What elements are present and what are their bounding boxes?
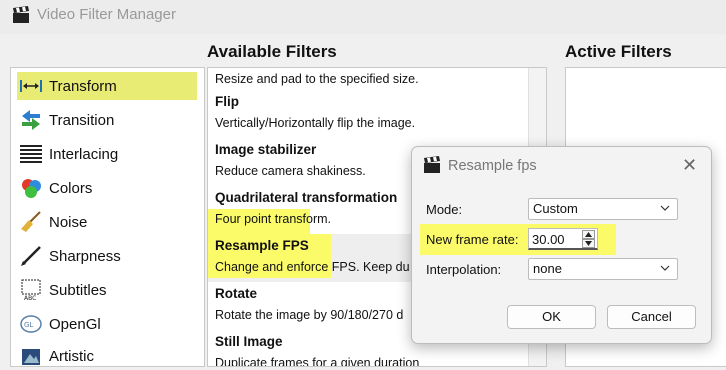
category-label: Subtitles — [49, 281, 107, 299]
close-icon[interactable]: ✕ — [682, 155, 697, 176]
category-label: Transition — [49, 111, 115, 129]
window-title: Video Filter Manager — [37, 6, 176, 23]
filter-name: Image stabilizer — [215, 142, 317, 157]
dialog-title: Resample fps — [448, 158, 537, 174]
category-sharpness[interactable]: Sharpness — [17, 242, 197, 270]
filter-item-flip[interactable]: Flip Vertically/Horizontally flip the im… — [208, 90, 528, 138]
chevron-down-icon — [660, 265, 670, 271]
filter-name: Still Image — [215, 334, 283, 349]
filter-description: Vertically/Horizontally flip the image. — [215, 116, 416, 130]
filter-description: Resize and pad to the specified size. — [215, 72, 419, 86]
category-list[interactable]: Transform Transition Interlacing Colors … — [10, 67, 205, 367]
filter-description: Four point transform. — [215, 212, 332, 226]
filter-name: Flip — [215, 94, 239, 109]
clapperboard-icon — [13, 6, 29, 23]
category-label: Transform — [49, 77, 117, 95]
available-filters-heading: Available Filters — [207, 42, 337, 61]
svg-text:ABC: ABC — [24, 295, 36, 301]
category-label: OpenGl — [49, 315, 101, 333]
clapperboard-icon — [424, 156, 440, 173]
category-transform[interactable]: Transform — [17, 72, 197, 100]
active-filters-heading: Active Filters — [565, 42, 672, 61]
interlacing-lines-icon — [19, 142, 43, 166]
resample-fps-dialog: Resample fps ✕ Mode: Custom New frame ra… — [411, 146, 712, 344]
category-subtitles[interactable]: ABC Subtitles — [17, 276, 197, 304]
interpolation-label: Interpolation: — [426, 262, 502, 277]
filter-description: Rotate the image by 90/180/270 d — [215, 308, 404, 322]
category-noise[interactable]: Noise — [17, 208, 197, 236]
resize-arrows-icon — [19, 74, 43, 98]
mode-select[interactable]: Custom — [528, 198, 678, 220]
category-artistic[interactable]: Artistic — [17, 342, 197, 370]
filter-description: Change and enforce FPS. Keep du — [215, 260, 410, 274]
artistic-icon — [19, 344, 43, 368]
spin-down-icon[interactable] — [582, 239, 595, 248]
color-palette-icon — [19, 176, 43, 200]
category-label: Colors — [49, 179, 93, 197]
category-interlacing[interactable]: Interlacing — [17, 140, 197, 168]
opengl-icon: GL — [19, 312, 43, 336]
main-window: Video Filter Manager Available Filters A… — [0, 0, 726, 367]
frame-rate-spinbox[interactable]: 30.00 — [528, 228, 598, 250]
filter-name: Quadrilateral transformation — [215, 190, 398, 205]
category-label: Noise — [49, 213, 88, 231]
category-label: Interlacing — [49, 145, 119, 163]
title-bar: Video Filter Manager — [0, 0, 726, 34]
category-colors[interactable]: Colors — [17, 174, 197, 202]
subtitles-icon: ABC — [19, 278, 43, 302]
category-opengl[interactable]: GL OpenGl — [17, 310, 197, 338]
spin-up-icon[interactable] — [582, 230, 595, 239]
mode-value: Custom — [533, 201, 578, 216]
filter-description: Reduce camera shakiness. — [215, 164, 366, 178]
filter-description: Duplicate frames for a given duration — [215, 356, 420, 367]
category-label: Sharpness — [49, 247, 121, 265]
chevron-down-icon — [660, 205, 670, 211]
category-transition[interactable]: Transition — [17, 106, 197, 134]
mode-label: Mode: — [426, 202, 463, 217]
category-label: Artistic — [49, 347, 94, 365]
frame-rate-label: New frame rate: — [426, 232, 519, 247]
interpolation-select[interactable]: none — [528, 258, 678, 280]
svg-text:GL: GL — [24, 321, 33, 329]
ok-button[interactable]: OK — [507, 305, 596, 329]
filter-name: Resample FPS — [215, 238, 309, 253]
pencil-icon — [19, 244, 43, 268]
broom-icon — [19, 210, 43, 234]
frame-rate-value: 30.00 — [532, 232, 565, 247]
filter-name: Rotate — [215, 286, 258, 301]
transition-arrows-icon — [19, 108, 43, 132]
interpolation-value: none — [533, 261, 562, 276]
cancel-button[interactable]: Cancel — [607, 305, 696, 329]
